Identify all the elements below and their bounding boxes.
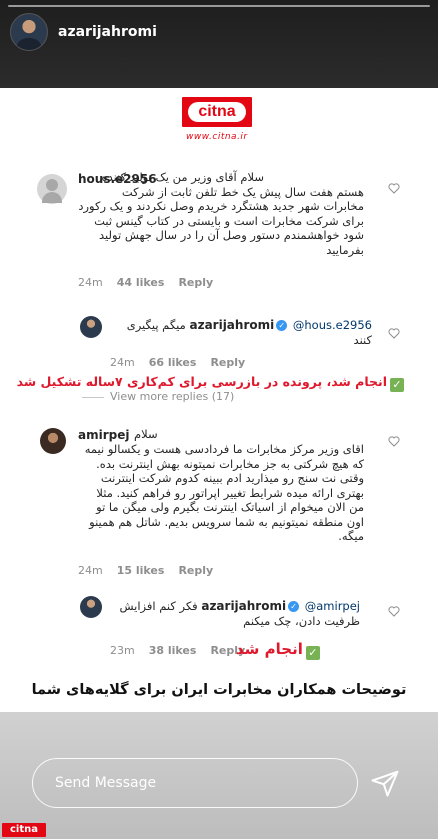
comment-username[interactable]: azarijahromi bbox=[201, 599, 286, 613]
comment-likes[interactable]: 44 likes bbox=[117, 276, 165, 289]
story-caption: توضیحات همکاران مخابرات ایران برای گلایه… bbox=[31, 682, 407, 698]
mention-link[interactable]: @hous.e2956 bbox=[293, 318, 372, 332]
comment-meta: 24m 44 likes Reply bbox=[78, 276, 227, 289]
check-icon: ✓ bbox=[390, 378, 404, 392]
heart-icon[interactable] bbox=[388, 183, 400, 194]
reply-content: azarijahromi ✓ @amirpej فکر کنم افزایش ظر… bbox=[110, 599, 360, 628]
comment-username[interactable]: amirpej bbox=[78, 428, 129, 442]
commenter-avatar[interactable] bbox=[80, 316, 102, 338]
screenshot-card: citna www.citna.ir hous.e2956 سلام آقای … bbox=[0, 88, 438, 668]
send-icon[interactable] bbox=[370, 768, 400, 798]
comment-meta: 24m 15 likes Reply bbox=[78, 564, 227, 577]
verified-badge-icon: ✓ bbox=[288, 601, 300, 612]
comment-greeting: سلام bbox=[134, 427, 158, 441]
commenter-avatar[interactable] bbox=[80, 596, 102, 618]
comment-text: اقای وزیر مرکز مخابرات ما فردادسی هست و … bbox=[84, 442, 364, 543]
comment-time: 24m bbox=[110, 356, 135, 369]
reply-link[interactable]: Reply bbox=[210, 356, 245, 369]
comment-time: 23m bbox=[110, 644, 135, 657]
citna-logo-text: citna bbox=[188, 102, 246, 122]
comment-time: 24m bbox=[78, 564, 103, 577]
reply-content: azarijahromi ✓ @hous.e2956 میگم پیگیری کن… bbox=[110, 318, 372, 347]
heart-icon[interactable] bbox=[388, 436, 400, 447]
avatar[interactable] bbox=[10, 13, 48, 51]
comment-text: سلام آقای وزیر من یک تولید کننده هستم هف… bbox=[78, 170, 364, 257]
citna-logo: citna bbox=[182, 97, 252, 127]
story-username[interactable]: azarijahromi bbox=[58, 24, 157, 40]
story-progress-bar bbox=[8, 5, 430, 7]
commenter-avatar[interactable] bbox=[37, 174, 67, 204]
verified-badge-icon: ✓ bbox=[276, 320, 288, 331]
comment-likes[interactable]: 38 likes bbox=[149, 644, 197, 657]
comment-meta: 24m 66 likes Reply bbox=[110, 356, 259, 369]
mention-link[interactable]: @amirpej bbox=[305, 599, 360, 613]
citna-watermark: citna bbox=[2, 823, 46, 837]
check-icon: ✓ bbox=[305, 646, 320, 660]
comment-username[interactable]: azarijahromi bbox=[189, 318, 274, 332]
story-header: azarijahromi bbox=[10, 12, 157, 52]
reply-link[interactable]: Reply bbox=[178, 564, 213, 577]
story-caption-bar: توضیحات همکاران مخابرات ایران برای گلایه… bbox=[0, 668, 438, 712]
send-message-input[interactable]: Send Message bbox=[32, 758, 358, 808]
heart-icon[interactable] bbox=[388, 606, 400, 617]
commenter-avatar[interactable] bbox=[40, 428, 66, 454]
comment-likes[interactable]: 15 likes bbox=[117, 564, 165, 577]
annotation-done-2: ✓انجام شد bbox=[236, 640, 320, 660]
comment-likes[interactable]: 66 likes bbox=[149, 356, 197, 369]
reply-link[interactable]: Reply bbox=[178, 276, 213, 289]
citna-url: www.citna.ir bbox=[186, 132, 248, 142]
comment-time: 24m bbox=[78, 276, 103, 289]
heart-icon[interactable] bbox=[388, 328, 400, 339]
view-more-replies[interactable]: View more replies (17) bbox=[82, 390, 234, 403]
